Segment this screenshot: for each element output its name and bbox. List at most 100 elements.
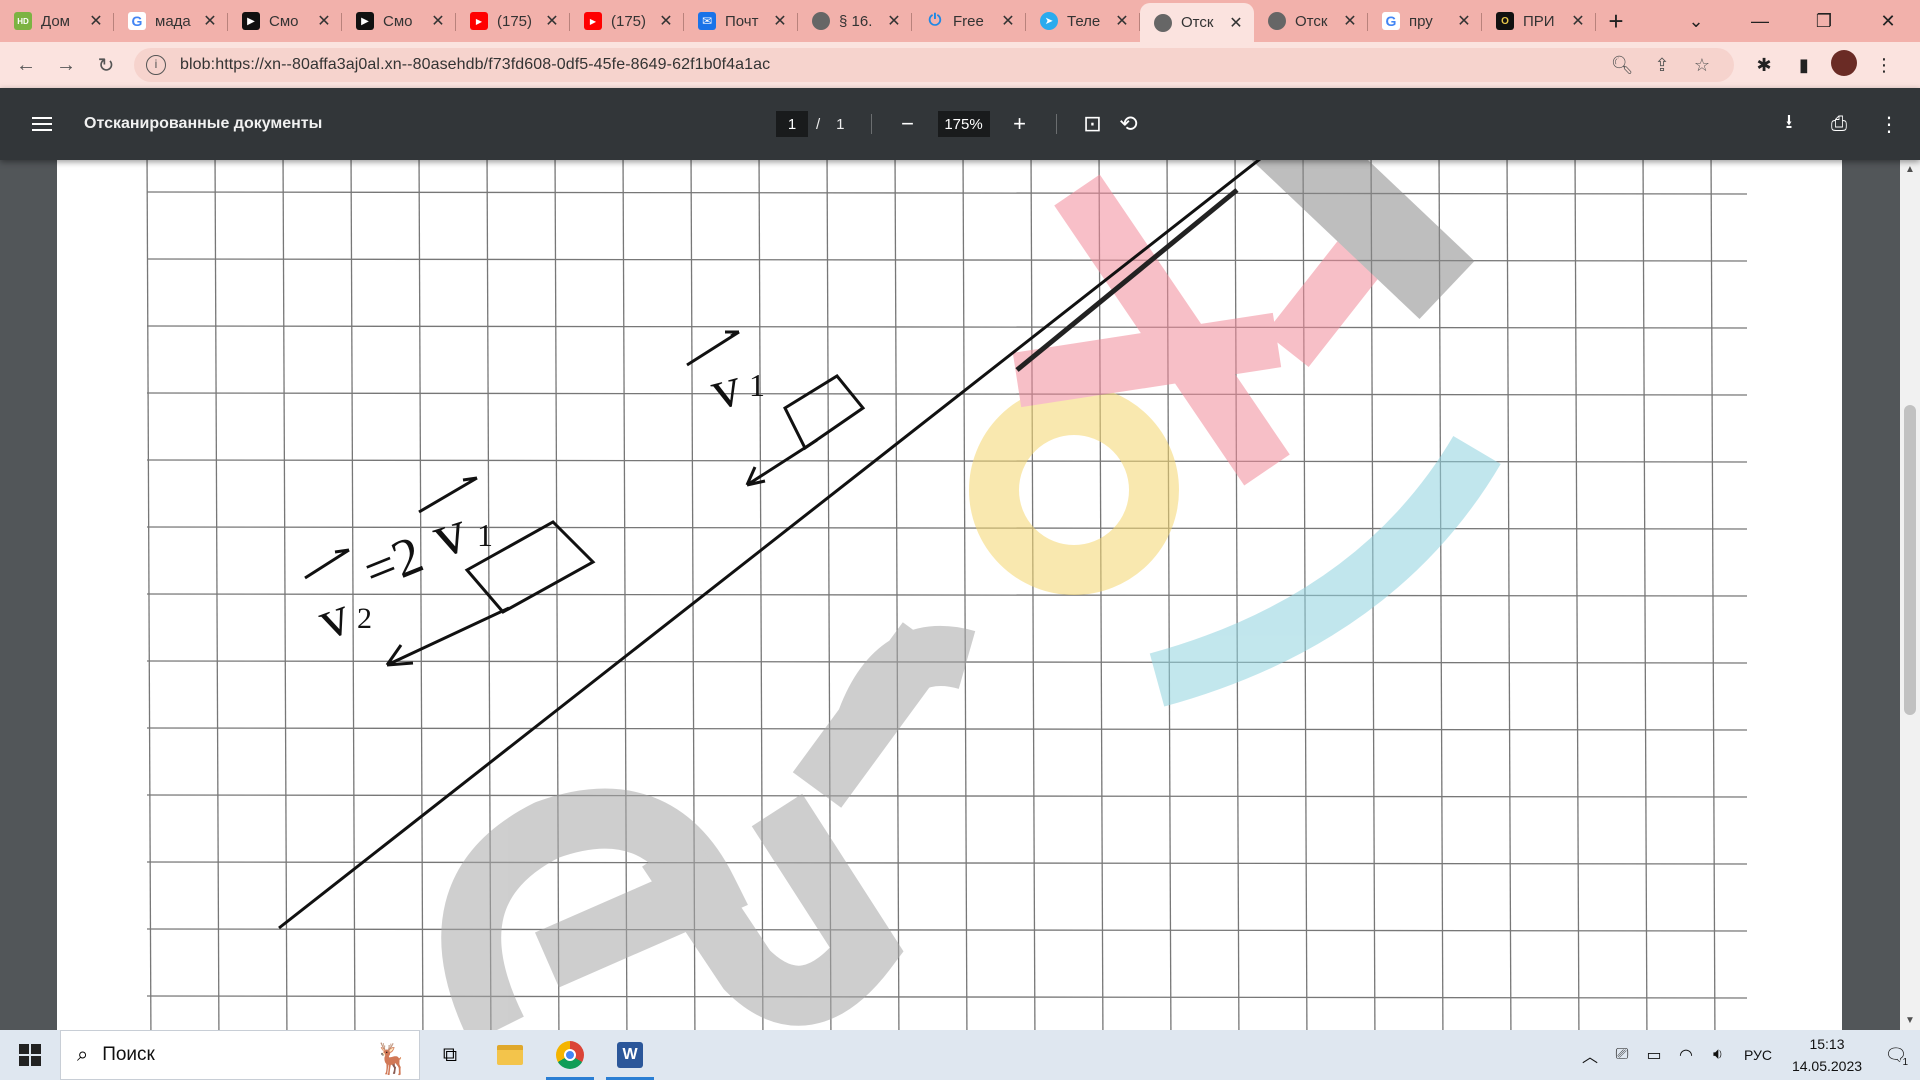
tab-close-icon[interactable]: ✕ bbox=[772, 11, 788, 31]
globe-icon bbox=[812, 12, 830, 30]
lower-velocity-arrow bbox=[385, 606, 510, 667]
tab-close-icon[interactable]: ✕ bbox=[886, 11, 902, 31]
zoom-icon[interactable]: 🔍︎ bbox=[1602, 55, 1642, 76]
battery-icon[interactable]: ▭ bbox=[1638, 1045, 1670, 1065]
label-v1: v bbox=[704, 355, 747, 422]
browser-tab[interactable]: Отск ✕ bbox=[1140, 3, 1254, 42]
clock[interactable]: 15:13 14.05.2023 bbox=[1782, 1033, 1872, 1077]
grid-line-vertical bbox=[214, 160, 220, 1030]
meet-icon[interactable]: ⎚ bbox=[1606, 1046, 1638, 1064]
extensions-icon[interactable]: ✱ bbox=[1744, 55, 1784, 76]
search-placeholder: Поиск bbox=[102, 1044, 155, 1065]
browser-tab[interactable]: ⏻ Free ✕ bbox=[912, 3, 1026, 39]
label-v1-lower: v bbox=[424, 497, 474, 571]
label-v2-sub: 2 bbox=[357, 602, 372, 635]
tab-close-icon[interactable]: ✕ bbox=[1342, 11, 1358, 31]
bookmark-star-icon[interactable]: ☆ bbox=[1682, 55, 1722, 76]
scroll-down-icon[interactable]: ▼ bbox=[1900, 1015, 1920, 1026]
tab-close-icon[interactable]: ✕ bbox=[316, 11, 332, 31]
browser-tab[interactable]: Gмада ✕ bbox=[114, 3, 228, 39]
tab-title: мада bbox=[155, 12, 191, 30]
close-window-button[interactable]: ✕ bbox=[1856, 11, 1920, 32]
reload-button[interactable]: ↻ bbox=[86, 45, 126, 85]
pdf-menu-icon[interactable] bbox=[0, 123, 84, 125]
tab-close-icon[interactable]: ✕ bbox=[1114, 11, 1130, 31]
chrome-icon[interactable] bbox=[540, 1030, 600, 1080]
browser-tab[interactable]: ▶ (175) ✕ bbox=[456, 3, 570, 39]
task-view-button[interactable]: ⧉ bbox=[420, 1030, 480, 1080]
browser-tab[interactable]: § 16. ✕ bbox=[798, 3, 912, 39]
url-text[interactable]: blob:https://xn--80affa3aj0al.xn--80aseh… bbox=[180, 56, 1602, 74]
browser-tab[interactable]: ▶ (175) ✕ bbox=[570, 3, 684, 39]
tab-close-icon[interactable]: ✕ bbox=[1456, 11, 1472, 31]
page-separator: / bbox=[816, 115, 821, 133]
tab-close-icon[interactable]: ✕ bbox=[544, 11, 560, 31]
tab-close-icon[interactable]: ✕ bbox=[658, 11, 674, 31]
browser-menu-icon[interactable]: ⋮ bbox=[1864, 55, 1904, 76]
browser-tab[interactable]: ➤ Теле ✕ bbox=[1026, 3, 1140, 39]
print-icon[interactable]: ⎙ bbox=[1814, 113, 1864, 136]
word-icon[interactable]: W bbox=[600, 1030, 660, 1080]
scroll-up-icon[interactable]: ▲ bbox=[1900, 164, 1920, 175]
zoom-level-input[interactable]: 175% bbox=[937, 111, 990, 137]
pdf-more-icon[interactable]: ⋮ bbox=[1864, 112, 1914, 137]
grid-line-horizontal bbox=[146, 727, 1748, 731]
fit-page-icon[interactable]: ⊡ bbox=[1075, 111, 1111, 137]
tab-close-icon[interactable]: ✕ bbox=[1570, 11, 1586, 31]
browser-tab[interactable]: Отск ✕ bbox=[1254, 3, 1368, 39]
google-icon: G bbox=[128, 12, 146, 30]
tab-close-icon[interactable]: ✕ bbox=[88, 11, 104, 31]
grid-line-horizontal bbox=[146, 928, 1748, 932]
hdrezka-icon: HD bbox=[14, 12, 32, 30]
scroll-thumb[interactable] bbox=[1904, 405, 1916, 715]
zoom-in-icon[interactable]: + bbox=[1002, 111, 1038, 137]
circle-icon: O bbox=[1496, 12, 1514, 30]
tab-close-icon[interactable]: ✕ bbox=[1228, 13, 1244, 33]
back-button[interactable]: ← bbox=[6, 45, 46, 85]
notifications-icon[interactable]: 🗨︎ 1 bbox=[1872, 1045, 1920, 1068]
browser-tab[interactable]: Gпру ✕ bbox=[1368, 3, 1482, 39]
new-tab-button[interactable]: + bbox=[1596, 3, 1636, 39]
tab-close-icon[interactable]: ✕ bbox=[1000, 11, 1016, 31]
tab-search-icon[interactable]: ⌄ bbox=[1664, 11, 1728, 32]
grid-line-horizontal bbox=[146, 995, 1748, 999]
tab-close-icon[interactable]: ✕ bbox=[430, 11, 446, 31]
search-highlight-deer-icon: 🦌 bbox=[373, 1043, 411, 1076]
page-number-input[interactable]: 1 bbox=[776, 111, 808, 137]
profile-avatar[interactable] bbox=[1824, 49, 1864, 81]
show-hidden-icons-icon[interactable]: ︿ bbox=[1574, 1043, 1606, 1067]
tab-title: Смо bbox=[269, 12, 299, 30]
restore-button[interactable]: ❐ bbox=[1792, 11, 1856, 32]
youtube-icon: ▶ bbox=[470, 12, 488, 30]
tab-title: Отск bbox=[1181, 14, 1214, 31]
grid-line-horizontal bbox=[146, 325, 1748, 329]
pdf-viewport[interactable]: eurok v 1 v 2 bbox=[0, 160, 1920, 1030]
zoom-out-icon[interactable]: − bbox=[890, 111, 926, 137]
watermark-o bbox=[969, 385, 1179, 595]
divider bbox=[1055, 114, 1057, 134]
language-indicator[interactable]: РУС bbox=[1734, 1047, 1782, 1063]
share-icon[interactable]: ⇪ bbox=[1642, 55, 1682, 76]
browser-tab[interactable]: HD Дом ✕ bbox=[0, 3, 114, 39]
browser-tab[interactable]: O ПРИ ✕ bbox=[1482, 3, 1596, 39]
address-bar[interactable]: i blob:https://xn--80affa3aj0al.xn--80as… bbox=[134, 48, 1734, 82]
forward-button[interactable]: → bbox=[46, 45, 86, 85]
rotate-icon[interactable]: ⟲ bbox=[1111, 111, 1147, 137]
pdf-actions: ⭳ ⎙ ⋮ bbox=[1764, 88, 1920, 160]
wifi-icon[interactable]: ◠ bbox=[1670, 1045, 1702, 1065]
start-button[interactable] bbox=[0, 1030, 60, 1080]
taskbar-search[interactable]: ⌕ Поиск 🦌 bbox=[60, 1030, 420, 1080]
minimize-button[interactable]: — bbox=[1728, 11, 1792, 32]
browser-tab[interactable]: ✉ Почт ✕ bbox=[684, 3, 798, 39]
tab-close-icon[interactable]: ✕ bbox=[202, 11, 218, 31]
browser-tab[interactable]: ▶ Смо ✕ bbox=[228, 3, 342, 39]
browser-tab[interactable]: ▶ Смо ✕ bbox=[342, 3, 456, 39]
grid-line-vertical bbox=[418, 160, 424, 1030]
download-icon[interactable]: ⭳ bbox=[1764, 107, 1814, 141]
side-panel-icon[interactable]: ▮ bbox=[1784, 55, 1824, 76]
vertical-scrollbar[interactable]: ▲ ▼ bbox=[1900, 160, 1920, 1030]
volume-icon[interactable]: 🔉︎ bbox=[1702, 1046, 1734, 1064]
file-explorer-icon[interactable] bbox=[480, 1030, 540, 1080]
grid-line-horizontal bbox=[146, 794, 1748, 798]
site-info-icon[interactable]: i bbox=[146, 55, 166, 75]
